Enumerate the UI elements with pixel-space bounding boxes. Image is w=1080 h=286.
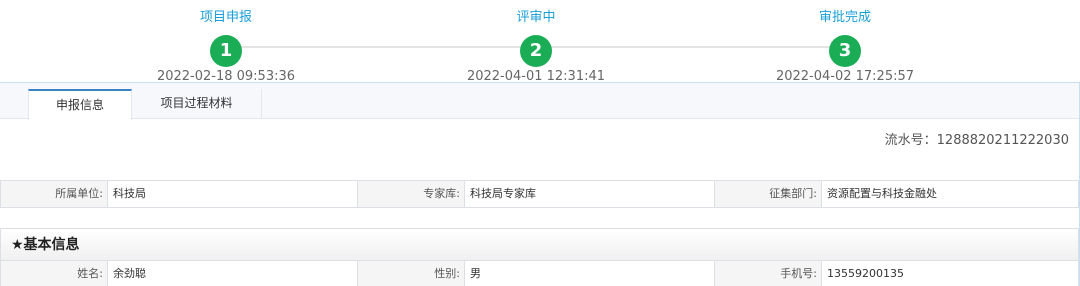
tab-bar: 申报信息 项目过程材料 [0,83,1079,120]
tab-application-info[interactable]: 申报信息 [28,89,132,120]
step-approved: 审批完成 3 2022-04-02 17:25:57 [745,8,945,85]
basic-info-row: 姓名: 余劲聪 性别: 男 手机号: 13559200135 [0,260,1079,286]
phone-label: 手机号: [715,261,822,286]
step-review: 评审中 2 2022-04-01 12:31:41 [436,8,636,85]
unit-value: 科技局 [108,181,358,207]
step-number-icon: 2 [520,35,552,67]
progress-steps: 项目申报 1 2022-02-18 09:53:36 评审中 2 2022-04… [0,0,1080,84]
gender-value: 男 [465,261,715,286]
tab-process-materials[interactable]: 项目过程材料 [132,89,262,119]
step-label: 评审中 [516,10,556,25]
expert-pool-label: 专家库: [358,181,465,207]
step-number-icon: 3 [829,35,861,67]
unit-info-row: 所属单位: 科技局 专家库: 科技局专家库 征集部门: 资源配置与科技金融处 [0,180,1079,208]
step-label: 项目申报 [199,10,252,25]
department-label: 征集部门: [715,181,822,207]
phone-value: 13559200135 [827,267,904,280]
step-submit: 项目申报 1 2022-02-18 09:53:36 [126,8,326,85]
department-value: 资源配置与科技金融处 [827,187,937,200]
step-label: 审批完成 [818,10,871,25]
serial-number: 流水号：1288820211222030 [884,133,1069,148]
unit-label: 所属单位: [1,181,108,207]
gender-label: 性别: [358,261,465,286]
detail-panel: 申报信息 项目过程材料 流水号：1288820211222030 所属单位: 科… [0,82,1080,286]
step-number-icon: 1 [210,35,242,67]
name-value: 余劲聪 [108,261,358,286]
expert-pool-value: 科技局专家库 [465,181,715,207]
basic-info-header: ★基本信息 [0,228,1079,260]
name-label: 姓名: [1,261,108,286]
